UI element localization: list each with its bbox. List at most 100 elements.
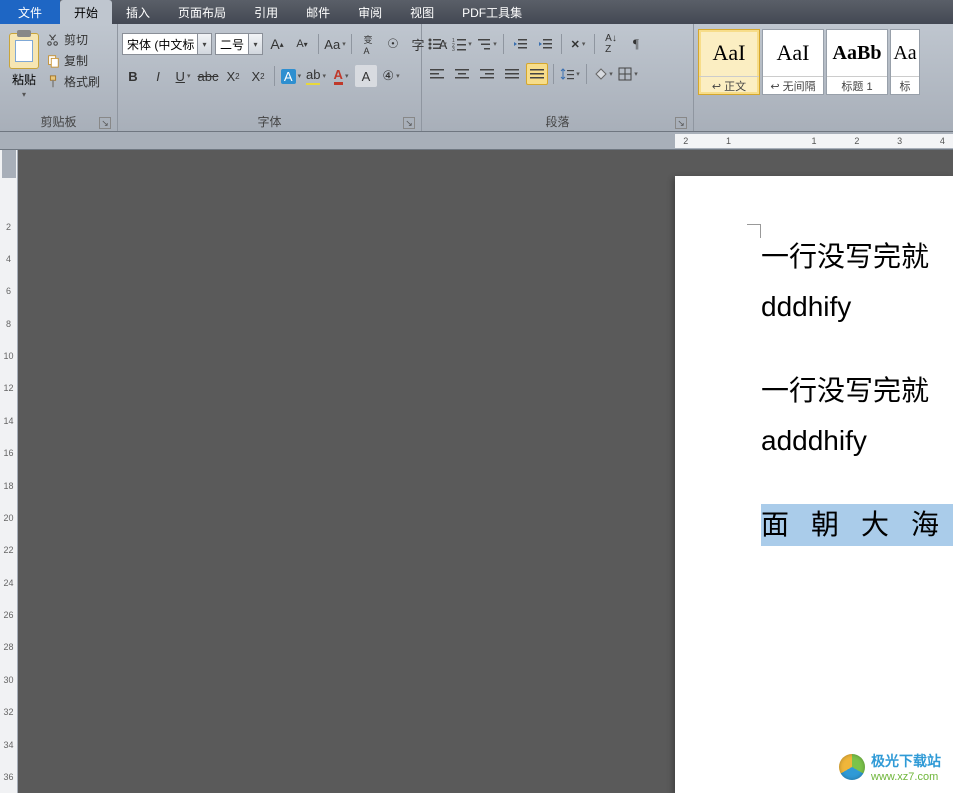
style-preview: AaBb xyxy=(827,30,887,76)
blank-line xyxy=(761,336,953,370)
borders-icon xyxy=(618,67,632,81)
paste-button[interactable]: 粘贴 ▾ xyxy=(4,27,44,99)
bullets-icon xyxy=(427,37,441,51)
chevron-down-icon: ▾ xyxy=(197,34,211,54)
separator xyxy=(274,66,275,86)
bucket-icon xyxy=(593,67,607,81)
numbering-icon: 123 xyxy=(452,37,466,51)
text-direction-button[interactable]: ✕ xyxy=(567,33,589,55)
separator xyxy=(318,34,319,54)
char-border-button[interactable]: ☉ xyxy=(382,33,404,55)
group-font: 宋体 (中文标▾ 二号▾ A▴ A▾ Aa 变A ☉ 字 A B I U abc… xyxy=(118,24,422,131)
cut-button[interactable]: 剪切 xyxy=(46,31,100,48)
tab-mail[interactable]: 邮件 xyxy=(292,0,344,24)
separator xyxy=(586,64,587,84)
align-right-icon xyxy=(480,68,494,80)
underline-button[interactable]: U xyxy=(172,65,194,87)
shading-button[interactable] xyxy=(592,63,614,85)
align-distribute-icon xyxy=(530,68,544,80)
sort-button[interactable]: A↓Z xyxy=(600,33,622,55)
group-styles: AaI ↩ 正文 AaI ↩ 无间隔 AaBb 标题 1 Aa 标 xyxy=(694,24,953,131)
style-normal[interactable]: AaI ↩ 正文 xyxy=(698,29,760,95)
separator xyxy=(351,34,352,54)
brush-icon xyxy=(46,75,60,89)
chevron-down-icon: ▾ xyxy=(248,34,262,54)
align-right-button[interactable] xyxy=(476,63,498,85)
font-launcher[interactable]: ↘ xyxy=(403,117,415,129)
ribbon: 粘贴 ▾ 剪切 复制 格式刷 剪贴板↘ xyxy=(0,24,953,132)
style-nospacing[interactable]: AaI ↩ 无间隔 xyxy=(762,29,824,95)
format-painter-button[interactable]: 格式刷 xyxy=(46,73,100,90)
tab-references[interactable]: 引用 xyxy=(240,0,292,24)
style-preview: AaI xyxy=(763,30,823,76)
text-line[interactable]: 一行没写完就 xyxy=(761,370,953,412)
numbering-button[interactable]: 123 xyxy=(451,33,473,55)
align-left-icon xyxy=(430,68,444,80)
subscript-button[interactable]: X2 xyxy=(222,65,244,87)
grow-font-button[interactable]: A▴ xyxy=(266,33,288,55)
separator xyxy=(594,34,595,54)
borders-button[interactable] xyxy=(617,63,639,85)
svg-text:3: 3 xyxy=(452,47,455,51)
align-justify-button[interactable] xyxy=(501,63,523,85)
highlight-button[interactable]: ab xyxy=(305,65,327,87)
text-effects-button[interactable]: A xyxy=(280,65,302,87)
superscript-button[interactable]: X2 xyxy=(247,65,269,87)
align-left-button[interactable] xyxy=(426,63,448,85)
style-preview: AaI xyxy=(699,30,759,76)
ruler-vertical[interactable]: 24681012141618202224262830323436 xyxy=(0,150,18,793)
style-label: ↩ 无间隔 xyxy=(763,76,823,94)
style-partial[interactable]: Aa 标 xyxy=(890,29,920,95)
strike-button[interactable]: abc xyxy=(197,65,219,87)
clipboard-icon xyxy=(9,33,39,69)
watermark-url: www.xz7.com xyxy=(871,771,941,783)
paste-label: 粘贴 xyxy=(12,71,36,88)
char-shading2-button[interactable]: A xyxy=(355,65,377,87)
tab-home[interactable]: 开始 xyxy=(60,0,112,24)
bold-button[interactable]: B xyxy=(122,65,144,87)
text-line[interactable]: adddhify xyxy=(761,420,953,462)
text-line-selected[interactable]: 面朝大海 xyxy=(761,504,953,546)
show-marks-button[interactable]: ¶ xyxy=(625,33,647,55)
watermark-logo-icon xyxy=(839,754,865,780)
tab-layout[interactable]: 页面布局 xyxy=(164,0,240,24)
clipboard-launcher[interactable]: ↘ xyxy=(99,117,111,129)
style-preview: Aa xyxy=(891,30,919,76)
group-clipboard: 粘贴 ▾ 剪切 复制 格式刷 剪贴板↘ xyxy=(0,24,118,131)
font-size-combo[interactable]: 二号▾ xyxy=(215,33,263,55)
decrease-indent-button[interactable] xyxy=(509,33,531,55)
tab-pdf[interactable]: PDF工具集 xyxy=(448,0,536,24)
ruler-v-margin xyxy=(2,150,16,178)
tab-review[interactable]: 审阅 xyxy=(344,0,396,24)
paragraph-launcher[interactable]: ↘ xyxy=(675,117,687,129)
text-line[interactable]: dddhify xyxy=(761,286,953,328)
ruler-horizontal[interactable]: 211234 xyxy=(0,132,953,150)
copy-button[interactable]: 复制 xyxy=(46,52,100,69)
line-spacing-button[interactable] xyxy=(559,63,581,85)
align-distribute-button[interactable] xyxy=(526,63,548,85)
text-line[interactable]: 一行没写完就 xyxy=(761,236,953,278)
change-case-button[interactable]: Aa xyxy=(324,33,346,55)
style-heading1[interactable]: AaBb 标题 1 xyxy=(826,29,888,95)
document-page[interactable]: 一行没写完就 dddhify 一行没写完就 adddhify 面朝大海 xyxy=(675,176,953,793)
align-center-button[interactable] xyxy=(451,63,473,85)
separator xyxy=(561,34,562,54)
scissors-icon xyxy=(46,33,60,47)
align-justify-icon xyxy=(505,68,519,80)
watermark: 极光下载站 www.xz7.com xyxy=(839,751,941,783)
tab-view[interactable]: 视图 xyxy=(396,0,448,24)
increase-indent-button[interactable] xyxy=(534,33,556,55)
italic-button[interactable]: I xyxy=(147,65,169,87)
indent-icon xyxy=(538,37,552,51)
copy-label: 复制 xyxy=(64,52,88,69)
tab-insert[interactable]: 插入 xyxy=(112,0,164,24)
font-size-value: 二号 xyxy=(220,36,244,53)
tab-file[interactable]: 文件 xyxy=(0,0,60,24)
bullets-button[interactable] xyxy=(426,33,448,55)
enclose2-button[interactable]: ④ xyxy=(380,65,402,87)
pinyin-guide-button[interactable]: 变A xyxy=(357,33,379,55)
shrink-font-button[interactable]: A▾ xyxy=(291,33,313,55)
font-name-combo[interactable]: 宋体 (中文标▾ xyxy=(122,33,212,55)
multilevel-button[interactable] xyxy=(476,33,498,55)
font-color-button[interactable]: A xyxy=(330,65,352,87)
